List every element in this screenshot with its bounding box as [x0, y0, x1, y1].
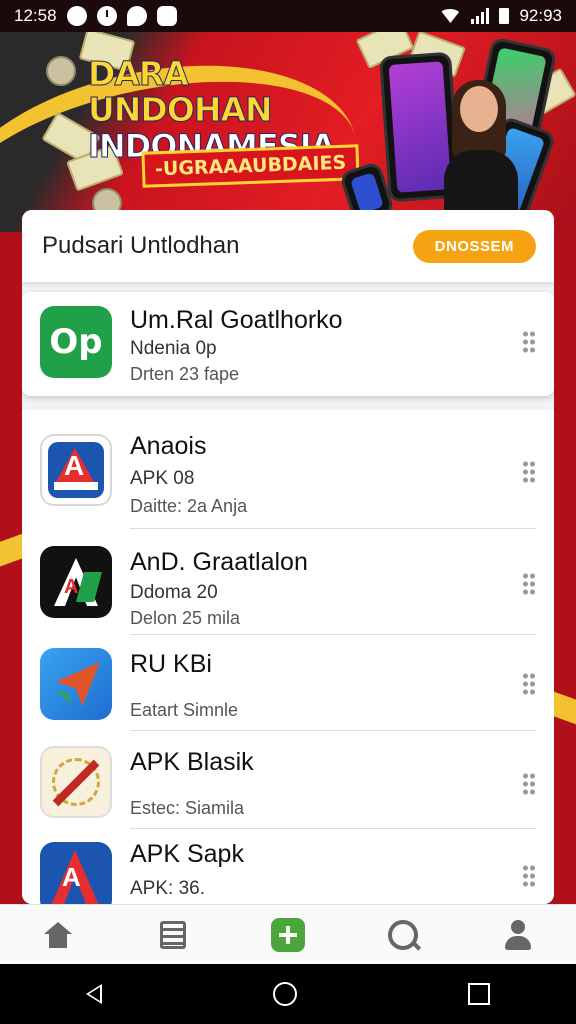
divider: [130, 730, 536, 731]
featured-app-name: Um.Ral Goatlhorko: [130, 306, 343, 334]
featured-icon-text: Op: [49, 322, 103, 362]
alarm-icon: [96, 6, 117, 26]
nav-list[interactable]: [153, 915, 193, 955]
status-time: 12:58: [14, 6, 57, 25]
list-item[interactable]: A APK Sapk APK: 36.: [22, 828, 554, 904]
app-meta: Delon 25 mila: [130, 608, 241, 628]
app-list: A Anaois APK 08 Daitte: 2a Anja A AnD. G…: [22, 410, 554, 904]
drag-handle-icon[interactable]: [522, 330, 536, 354]
drag-handle-icon[interactable]: [522, 864, 536, 888]
app-name: APK Sapk: [130, 840, 244, 868]
drag-handle-icon[interactable]: [522, 772, 536, 796]
profile-icon: [503, 920, 533, 950]
nav-search[interactable]: [383, 915, 423, 955]
nav-add[interactable]: [268, 915, 308, 955]
app-version: APK 08: [130, 468, 195, 489]
list-icon: [159, 921, 186, 949]
app-icon-text: A: [64, 450, 85, 481]
coin-icon: [46, 56, 76, 86]
message-icon: [156, 6, 177, 26]
drag-handle-icon[interactable]: [522, 460, 536, 484]
status-bar-right: 92:93: [439, 6, 562, 26]
status-bar-left: 12:58: [14, 6, 177, 26]
promo-banner[interactable]: DARA UNDOHAN INDONAMESIA -UGRAAAUBDAIES: [0, 32, 576, 232]
list-item[interactable]: A AnD. Graatlalon Ddoma 20 Delon 25 mila: [22, 530, 554, 635]
drag-handle-icon[interactable]: [522, 672, 536, 696]
app-version: Ddoma 20: [130, 582, 218, 603]
search-icon: [388, 920, 419, 950]
banner-title-line1: DARA UNDOHAN: [88, 54, 274, 129]
status-battery: 92:93: [519, 6, 562, 25]
list-title: Pudsari Untlodhan: [42, 232, 240, 259]
app-name: Anaois: [130, 432, 207, 460]
app-icon: A: [40, 546, 112, 618]
list-item[interactable]: A Anaois APK 08 Daitte: 2a Anja: [22, 410, 554, 530]
list-item[interactable]: APK Blasik Estec: Siamila: [22, 732, 554, 829]
nav-home[interactable]: [38, 915, 78, 955]
back-icon[interactable]: [85, 984, 102, 1004]
featured-app-line3: Drten 23 fape: [130, 364, 240, 384]
nav-profile[interactable]: [498, 915, 538, 955]
app-version: APK: 36.: [130, 878, 205, 899]
home-icon: [43, 922, 72, 948]
status-bar: 12:58 92:93: [0, 0, 576, 32]
featured-app-line2: Ndenia 0p: [130, 338, 217, 359]
app-name: APK Blasik: [130, 748, 254, 776]
featured-app-card[interactable]: Op Um.Ral Goatlhorko Ndenia 0p Drten 23 …: [22, 292, 554, 396]
app-meta: Daitte: 2a Anja: [130, 496, 248, 516]
home-button-icon[interactable]: [272, 982, 297, 1006]
signal-icon: [471, 8, 490, 24]
app-icon: [40, 746, 112, 818]
app-icon: [40, 648, 112, 720]
drag-handle-icon[interactable]: [522, 572, 536, 596]
add-icon: [270, 918, 305, 952]
chat-icon: [126, 6, 147, 26]
notification-icon: [66, 6, 87, 26]
app-icon-text: A: [62, 862, 81, 892]
app-meta: Estec: Siamila: [130, 798, 245, 818]
app-icon: A: [40, 434, 112, 506]
list-item[interactable]: RU KBi Eatart Simnle: [22, 634, 554, 732]
system-navigation-bar: [0, 964, 576, 1024]
recents-icon[interactable]: [468, 983, 491, 1005]
app-icon: A: [40, 842, 112, 904]
banner-subtitle: -UGRAAAUBDAIES: [141, 144, 360, 188]
app-meta: Eatart Simnle: [130, 700, 239, 720]
bottom-navigation: [0, 904, 576, 965]
battery-icon: [499, 8, 510, 24]
wifi-icon: [439, 9, 462, 23]
app-icon-text: A: [64, 576, 79, 598]
featured-app-icon: Op: [40, 306, 112, 378]
app-name: RU KBi: [130, 650, 212, 678]
app-name: AnD. Graatlalon: [130, 548, 308, 576]
divider: [130, 528, 536, 529]
header-action-button[interactable]: DNOSSEM: [412, 229, 536, 263]
app-list-panel: Pudsari Untlodhan DNOSSEM Op Um.Ral Goat…: [22, 210, 554, 904]
list-header: Pudsari Untlodhan DNOSSEM: [22, 210, 554, 282]
